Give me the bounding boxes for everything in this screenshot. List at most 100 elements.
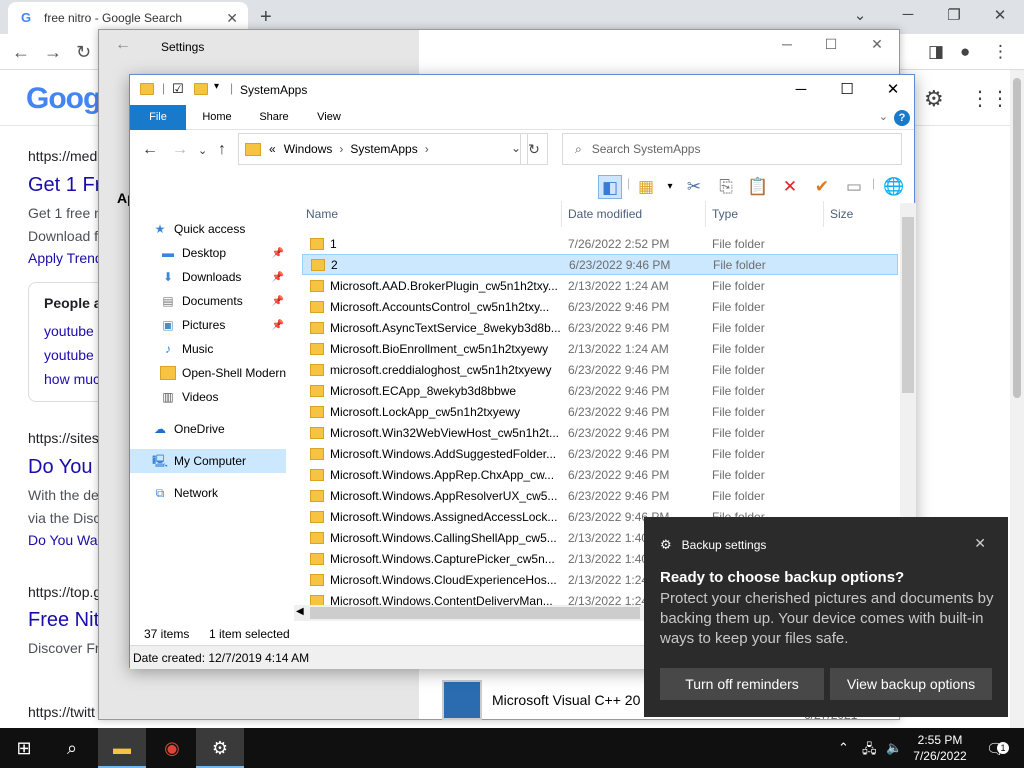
forward-arrow-icon[interactable]: →: [44, 42, 62, 63]
file-row[interactable]: Microsoft.ECApp_8wekyb3d8bbwe 6/23/2022 9…: [302, 380, 898, 401]
layout-pane-icon[interactable]: ◧: [598, 175, 622, 199]
folder-views-icon[interactable]: ▦: [634, 175, 658, 199]
rename-icon[interactable]: ▭: [842, 175, 866, 199]
copy-icon[interactable]: ⎘: [714, 175, 738, 199]
file-row[interactable]: 1 7/26/2022 2:52 PM File folder: [302, 233, 898, 254]
help-icon[interactable]: ?: [894, 110, 910, 126]
breadcrumb-overflow[interactable]: «: [269, 142, 276, 156]
nav-item[interactable]: ♪ Music: [130, 337, 286, 361]
recent-locations-icon[interactable]: ⌄: [198, 144, 207, 157]
file-row[interactable]: Microsoft.Windows.AppResolverUX_cw5... 6/…: [302, 485, 898, 506]
explorer-maximize-button[interactable]: ☐: [824, 78, 870, 102]
paa-item[interactable]: youtube: [44, 347, 94, 363]
nav-item[interactable]: ▣ Pictures 📌: [130, 313, 286, 337]
properties-check-icon[interactable]: ✔: [810, 175, 834, 199]
search-box[interactable]: ⌕ Search SystemApps: [562, 133, 902, 165]
scroll-left-icon[interactable]: ◀: [296, 606, 304, 617]
result-title[interactable]: Free Nit: [28, 609, 99, 632]
nav-item[interactable]: 🖳 My Computer: [130, 449, 286, 473]
ribbon-tab-file[interactable]: File: [130, 105, 186, 130]
ribbon-tab-view[interactable]: View: [306, 105, 352, 130]
notification-close-icon[interactable]: ✕: [974, 535, 986, 552]
result-link[interactable]: Apply Trend: [28, 250, 103, 266]
breadcrumb-separator[interactable]: ›: [425, 142, 429, 156]
views-dropdown-icon[interactable]: ▾: [658, 175, 682, 199]
ribbon-expand-icon[interactable]: ⌄: [879, 110, 888, 123]
back-arrow-icon[interactable]: ←: [12, 42, 30, 63]
settings-gear-icon[interactable]: ⚙: [924, 86, 944, 112]
ribbon-tab-home[interactable]: Home: [192, 105, 242, 130]
chrome-restore-button[interactable]: ❐: [934, 6, 974, 24]
customize-toolbar-icon[interactable]: ▾: [214, 81, 219, 92]
reload-icon[interactable]: ↻: [76, 42, 91, 63]
nav-item[interactable]: ⬇ Downloads 📌: [130, 265, 286, 289]
search-icon[interactable]: ⌕: [48, 728, 96, 768]
view-backup-options-button[interactable]: View backup options: [830, 668, 992, 700]
delete-icon[interactable]: ✕: [778, 175, 802, 199]
properties-check-icon[interactable]: ☑: [172, 81, 184, 97]
column-header-type[interactable]: Type: [708, 201, 824, 227]
back-arrow-icon[interactable]: ←: [142, 141, 158, 159]
explorer-minimize-button[interactable]: ─: [778, 78, 824, 102]
back-arrow-icon[interactable]: ←: [115, 36, 131, 54]
settings-maximize-button[interactable]: ☐: [811, 36, 851, 53]
profile-avatar-icon[interactable]: ●: [960, 42, 970, 62]
cut-icon[interactable]: ✂: [682, 175, 706, 199]
breadcrumb-systemapps[interactable]: SystemApps: [350, 142, 417, 156]
column-header-date[interactable]: Date modified: [564, 201, 706, 227]
refresh-icon[interactable]: ↻: [520, 133, 548, 165]
nav-item[interactable]: Open-Shell Modern: [130, 361, 286, 385]
turn-off-reminders-button[interactable]: Turn off reminders: [660, 668, 824, 700]
volume-icon[interactable]: 🔈: [886, 740, 902, 756]
file-row[interactable]: Microsoft.Windows.AddSuggestedFolder... 6…: [302, 443, 898, 464]
file-row[interactable]: Microsoft.AAD.BrokerPlugin_cw5n1h2txy...…: [302, 275, 898, 296]
network-tray-icon[interactable]: 🖧: [862, 740, 877, 762]
file-row[interactable]: Microsoft.Windows.AppRep.ChxApp_cw... 6/2…: [302, 464, 898, 485]
chrome-menu-icon[interactable]: ⋮: [992, 42, 1009, 62]
paa-item[interactable]: youtube: [44, 323, 94, 339]
chrome-minimize-button[interactable]: ─: [888, 6, 928, 23]
new-tab-button[interactable]: +: [260, 6, 272, 29]
settings-minimize-button[interactable]: ─: [767, 36, 807, 52]
result-title[interactable]: Do You: [28, 456, 93, 479]
ribbon-tab-share[interactable]: Share: [252, 105, 296, 130]
file-row[interactable]: microsoft.creddialoghost_cw5n1h2txyewy 6/…: [302, 359, 898, 380]
chrome-tab-search-icon[interactable]: ⌄: [840, 6, 880, 24]
chrome-scrollbar[interactable]: [1010, 70, 1024, 728]
settings-close-button[interactable]: ✕: [857, 36, 897, 53]
nav-item[interactable]: ☁ OneDrive: [130, 417, 286, 441]
side-panel-icon[interactable]: ◨: [928, 42, 944, 62]
file-row[interactable]: Microsoft.LockApp_cw5n1h2txyewy 6/23/2022…: [302, 401, 898, 422]
nav-item[interactable]: ▥ Videos: [130, 385, 286, 409]
breadcrumb-separator[interactable]: ›: [339, 142, 343, 156]
chrome-taskbar-icon[interactable]: ◉: [148, 728, 196, 768]
start-windows-icon[interactable]: ⊞: [0, 728, 48, 768]
close-tab-icon[interactable]: ✕: [226, 10, 238, 27]
breadcrumb-windows[interactable]: Windows: [284, 142, 333, 156]
tray-chevron-icon[interactable]: ⌃: [838, 740, 849, 756]
up-arrow-icon[interactable]: ↑: [218, 141, 226, 159]
explorer-close-button[interactable]: ✕: [870, 78, 916, 102]
nav-item[interactable]: ⧉ Network: [130, 481, 286, 505]
chrome-close-button[interactable]: ✕: [980, 6, 1020, 24]
nav-item[interactable]: ★ Quick access: [130, 217, 286, 241]
nav-item[interactable]: ▤ Documents 📌: [130, 289, 286, 313]
apps-grid-icon[interactable]: ⋮⋮: [970, 86, 1010, 111]
column-header-size[interactable]: Size: [826, 201, 896, 227]
nav-item[interactable]: ▬ Desktop 📌: [130, 241, 286, 265]
file-explorer-taskbar-icon[interactable]: ▬: [98, 728, 146, 768]
paa-item[interactable]: how muc: [44, 371, 100, 387]
taskbar-clock[interactable]: 2:55 PM 7/26/2022: [910, 732, 970, 764]
address-bar[interactable]: « Windows › SystemApps › ⌄: [238, 133, 528, 165]
result-link[interactable]: Do You Wa: [28, 532, 98, 548]
result-title[interactable]: Get 1 Fr: [28, 174, 101, 197]
paste-icon[interactable]: 📋: [746, 175, 770, 199]
google-logo[interactable]: Goog: [26, 82, 101, 116]
file-row[interactable]: Microsoft.BioEnrollment_cw5n1h2txyewy 2/1…: [302, 338, 898, 359]
globe-icon[interactable]: 🌐: [882, 175, 906, 199]
app-list-item[interactable]: Microsoft Visual C++ 20: [442, 680, 640, 720]
forward-arrow-icon[interactable]: →: [172, 141, 188, 159]
file-row[interactable]: 2 6/23/2022 9:46 PM File folder: [302, 254, 898, 275]
settings-taskbar-icon[interactable]: ⚙: [196, 728, 244, 768]
file-row[interactable]: Microsoft.AsyncTextService_8wekyb3d8b...…: [302, 317, 898, 338]
